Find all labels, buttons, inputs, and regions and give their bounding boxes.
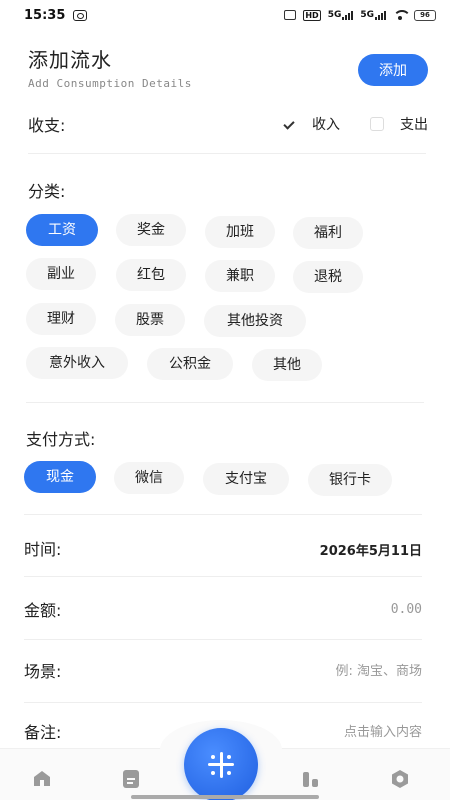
expense-checkbox[interactable] <box>370 117 384 131</box>
nav-records[interactable] <box>121 769 141 793</box>
signal-icon <box>375 11 386 20</box>
divider <box>24 639 422 640</box>
category-chip-redpacket[interactable]: 红包 <box>116 259 186 291</box>
divider <box>24 576 422 577</box>
category-chip-stocks[interactable]: 股票 <box>115 304 185 336</box>
category-chip-housing-fund[interactable]: 公积金 <box>147 348 233 380</box>
divider <box>24 514 422 515</box>
payment-chip-alipay[interactable]: 支付宝 <box>203 463 289 495</box>
category-chip-other-invest[interactable]: 其他投资 <box>204 305 306 337</box>
type-option-expense[interactable]: 支出 <box>370 114 428 134</box>
scene-label: 场景: <box>24 662 62 681</box>
home-icon <box>34 771 50 786</box>
divider <box>24 702 422 703</box>
category-chip-windfall[interactable]: 意外收入 <box>26 347 128 379</box>
note-label: 备注: <box>24 723 62 742</box>
nav-home[interactable] <box>32 769 52 791</box>
fab-add-button[interactable] <box>184 728 258 800</box>
payment-chip-wechat[interactable]: 微信 <box>114 462 184 494</box>
income-label: 收入 <box>312 117 340 133</box>
sparkle-dot <box>227 755 231 759</box>
home-indicator <box>131 795 319 799</box>
category-chip-finance[interactable]: 理财 <box>26 303 96 335</box>
plus-icon-vertical <box>219 752 223 778</box>
signal-1: 5G <box>328 10 354 20</box>
hd-badge: HD <box>303 9 321 21</box>
category-chip-other[interactable]: 其他 <box>252 349 322 381</box>
amount-label: 金额: <box>24 601 62 620</box>
status-left: 15:35 <box>24 7 88 23</box>
nav-settings[interactable] <box>390 769 410 793</box>
category-chip-sideline[interactable]: 副业 <box>26 258 96 290</box>
status-bar: 15:35 HD 5G 5G 96 <box>0 0 450 30</box>
chart-icon <box>303 772 318 787</box>
category-chip-parttime[interactable]: 兼职 <box>205 260 275 292</box>
sparkle-dot <box>227 771 231 775</box>
header: 添加流水 Add Consumption Details 添加 <box>28 44 428 96</box>
vibrate-icon <box>284 10 297 20</box>
status-right: HD 5G 5G 96 <box>284 9 436 21</box>
payment-chip-bankcard[interactable]: 银行卡 <box>308 464 392 496</box>
category-chip-welfare[interactable]: 福利 <box>293 217 363 249</box>
type-option-income[interactable]: 收入 <box>282 114 340 134</box>
signal-icon <box>342 11 354 20</box>
payment-chip-cash[interactable]: 现金 <box>24 461 96 493</box>
payment-label: 支付方式: <box>26 430 96 449</box>
type-label: 收支: <box>28 116 66 135</box>
document-icon <box>123 770 139 788</box>
sparkle-dot <box>211 755 215 759</box>
divider <box>28 153 426 154</box>
nav-stats[interactable] <box>301 769 321 793</box>
category-label: 分类: <box>28 182 66 201</box>
add-button[interactable]: 添加 <box>358 54 428 86</box>
signal-2: 5G <box>360 10 386 20</box>
category-chip-overtime[interactable]: 加班 <box>205 216 275 248</box>
type-options: 收入 支出 <box>282 114 428 134</box>
expense-label: 支出 <box>400 117 428 133</box>
wifi-icon <box>393 10 411 20</box>
time-label: 时间: <box>24 540 62 559</box>
battery-icon: 96 <box>414 9 436 21</box>
income-checkbox[interactable] <box>282 117 296 131</box>
divider <box>26 402 424 403</box>
settings-icon <box>392 770 408 788</box>
network-label-2: 5G <box>360 10 374 20</box>
sparkle-dot <box>211 771 215 775</box>
scene-input[interactable] <box>222 660 422 682</box>
time-value[interactable]: 2026年5月11日 <box>320 540 422 559</box>
network-label-1: 5G <box>327 10 342 20</box>
status-time: 15:35 <box>24 7 66 23</box>
category-chip-salary[interactable]: 工资 <box>26 214 98 246</box>
amount-input[interactable]: 0.00 <box>391 602 422 617</box>
category-chip-taxrefund[interactable]: 退税 <box>293 261 363 293</box>
notification-icon <box>73 9 88 21</box>
category-chip-bonus[interactable]: 奖金 <box>116 214 186 246</box>
